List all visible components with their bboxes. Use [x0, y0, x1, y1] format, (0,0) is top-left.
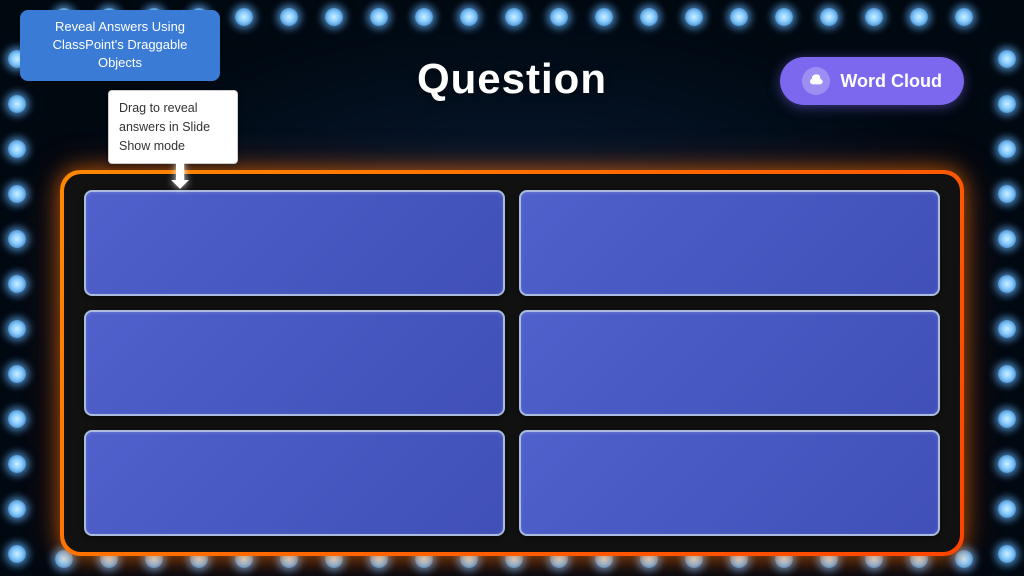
tooltip-text: Drag to reveal answers in Slide Show mod… [119, 101, 210, 153]
answer-cell-5[interactable] [84, 430, 505, 536]
top-banner: Reveal Answers Using ClassPoint's Dragga… [20, 10, 220, 81]
question-title: Question [417, 55, 607, 103]
answer-cell-4[interactable] [519, 310, 940, 416]
answer-cell-6[interactable] [519, 430, 940, 536]
word-cloud-button[interactable]: Word Cloud [780, 57, 964, 105]
drag-arrow: ⬇ [165, 158, 195, 194]
tooltip: Drag to reveal answers in Slide Show mod… [108, 90, 238, 164]
game-board-wrapper [60, 170, 964, 556]
answer-cell-3[interactable] [84, 310, 505, 416]
answer-cell-2[interactable] [519, 190, 940, 296]
answer-cell-1[interactable] [84, 190, 505, 296]
word-cloud-icon [802, 67, 830, 95]
game-board [64, 174, 960, 552]
banner-text: Reveal Answers Using ClassPoint's Dragga… [53, 19, 188, 70]
word-cloud-label: Word Cloud [840, 71, 942, 92]
